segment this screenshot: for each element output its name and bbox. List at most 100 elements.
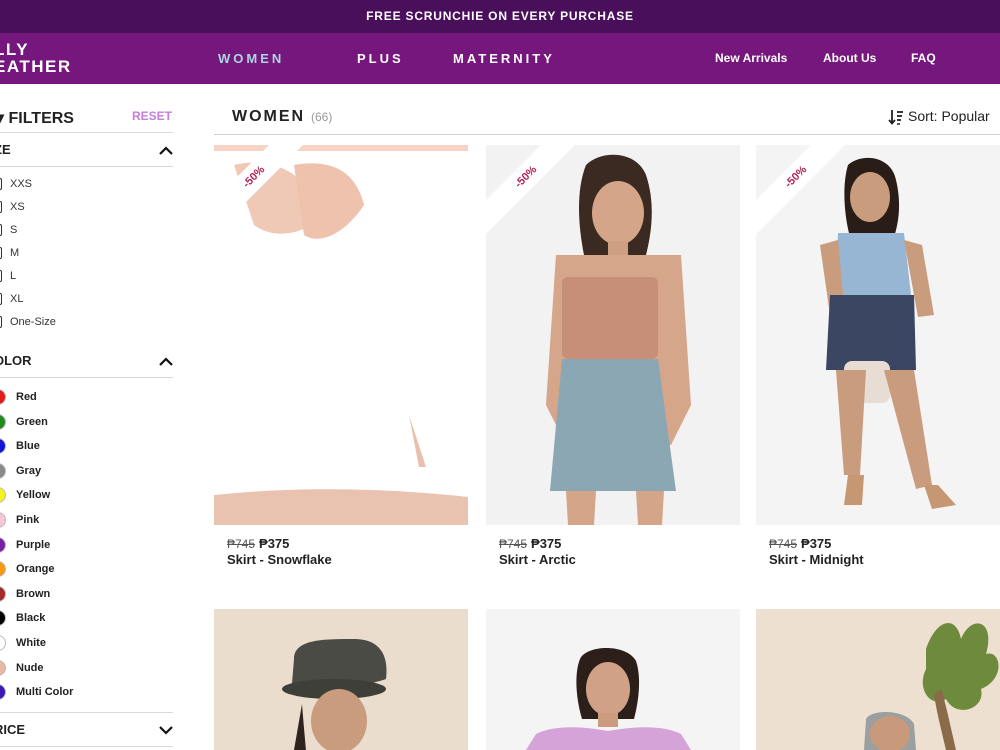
divider xyxy=(0,377,173,378)
color-swatch[interactable] xyxy=(0,659,6,676)
product-price: ₱745 ₱375 xyxy=(227,536,289,551)
product-image[interactable] xyxy=(214,609,468,750)
product-price: ₱745 ₱375 xyxy=(499,536,561,551)
color-swatch[interactable] xyxy=(0,585,6,602)
product-count: (66) xyxy=(311,110,333,124)
filters-sidebar: ▾ FILTERS RESET ZE XXS XS SML XL One-Size OL… xyxy=(0,84,200,750)
color-swatch[interactable] xyxy=(0,438,6,455)
color-swatch[interactable] xyxy=(0,610,6,627)
color-option-label: Gray xyxy=(16,464,42,477)
price-section-title[interactable]: RICE xyxy=(0,722,25,737)
color-option-label: Nude xyxy=(16,661,44,674)
checkbox[interactable] xyxy=(0,178,2,190)
color-option-label: Brown xyxy=(16,587,51,600)
color-swatch[interactable] xyxy=(0,635,6,651)
product-name[interactable]: Skirt - Snowflake xyxy=(227,552,332,567)
size-option-label: One-Size xyxy=(10,316,56,328)
discount-badge: -50% xyxy=(756,145,856,245)
discount-badge: -50% xyxy=(486,145,586,245)
filters-title: ▾ FILTERS xyxy=(0,108,74,128)
size-option-label: XXS xyxy=(10,178,33,190)
sale-price: ₱375 xyxy=(259,536,290,551)
original-price: ₱745 xyxy=(227,537,256,551)
size-option-label: L xyxy=(10,270,17,282)
product-card[interactable] xyxy=(756,609,1000,750)
discount-badge-text: -50% xyxy=(214,145,314,243)
filters-title-text: FILTERS xyxy=(8,110,74,127)
product-image[interactable] xyxy=(756,609,1000,750)
checkbox[interactable] xyxy=(0,201,2,213)
color-swatch[interactable] xyxy=(0,512,6,528)
divider xyxy=(0,746,173,747)
color-swatch[interactable] xyxy=(0,561,6,578)
nav-about-us[interactable]: About Us xyxy=(823,33,876,84)
color-option-label: White xyxy=(16,637,46,649)
color-swatch[interactable] xyxy=(0,389,6,405)
promo-banner: FREE SCRUNCHIE ON EVERY PURCHASE xyxy=(0,0,1000,33)
sort-icon xyxy=(888,110,903,125)
size-option-label: XS xyxy=(10,201,25,213)
site-header: LLY EATHER WOMEN PLUS MATERNITY New Arri… xyxy=(0,33,1000,84)
chevron-down-icon[interactable] xyxy=(159,725,173,735)
product-card[interactable] xyxy=(214,609,468,750)
size-option-label: M xyxy=(10,247,20,259)
checkbox[interactable] xyxy=(0,293,2,305)
color-swatch[interactable] xyxy=(0,487,6,504)
size-option-label: XL xyxy=(10,293,24,305)
reset-filters-button[interactable]: RESET xyxy=(132,109,172,123)
logo-line-2: EATHER xyxy=(0,57,72,76)
nav-women[interactable]: WOMEN xyxy=(218,33,284,84)
divider xyxy=(214,134,1000,135)
color-swatch[interactable] xyxy=(0,413,6,430)
color-option-label: Purple xyxy=(16,538,51,551)
color-option-label: Blue xyxy=(16,440,40,453)
nav-plus[interactable]: PLUS xyxy=(357,33,404,84)
discount-badge: -50% xyxy=(214,145,314,245)
sort-label: Sort: Popular xyxy=(908,108,990,124)
color-swatch[interactable] xyxy=(0,536,6,553)
page-title: WOMEN xyxy=(232,108,306,125)
discount-badge-text: -50% xyxy=(486,145,586,243)
product-card[interactable] xyxy=(486,609,740,750)
product-name[interactable]: Skirt - Arctic xyxy=(499,552,576,567)
nav-new-arrivals[interactable]: New Arrivals xyxy=(715,33,787,84)
color-swatch[interactable] xyxy=(0,462,6,479)
color-option-label: Pink xyxy=(16,514,40,526)
color-section-title[interactable]: OLOR xyxy=(0,353,32,368)
product-name[interactable]: Skirt - Midnight xyxy=(769,552,864,567)
product-card[interactable]: -50% ₱745 ₱375 Skirt - Arctic xyxy=(486,145,740,567)
chevron-up-icon[interactable] xyxy=(159,357,173,367)
sale-price: ₱375 xyxy=(531,536,562,551)
checkbox[interactable] xyxy=(0,270,2,282)
chevron-up-icon[interactable] xyxy=(159,146,173,156)
color-option-label: Black xyxy=(16,612,46,625)
checkbox[interactable] xyxy=(0,316,2,328)
logo-line-1: LLY xyxy=(0,40,30,59)
size-option-label: S xyxy=(10,224,18,236)
nav-faq[interactable]: FAQ xyxy=(911,33,936,84)
original-price: ₱745 xyxy=(499,537,528,551)
product-card[interactable]: -50% ₱745 ₱375 Skirt - Midnight xyxy=(756,145,1000,567)
color-option-label: Yellow xyxy=(16,489,51,502)
color-option-label: Multi Color xyxy=(16,686,74,699)
product-image[interactable] xyxy=(486,609,740,750)
brand-logo[interactable]: LLY EATHER xyxy=(0,41,84,75)
divider xyxy=(0,132,173,133)
color-option-label: Orange xyxy=(16,563,55,576)
filter-icon: ▾ xyxy=(0,110,5,127)
color-option-label: Red xyxy=(16,391,37,403)
original-price: ₱745 xyxy=(769,537,798,551)
discount-badge-text: -50% xyxy=(756,145,856,243)
promo-text: FREE SCRUNCHIE ON EVERY PURCHASE xyxy=(366,9,634,23)
sale-price: ₱375 xyxy=(801,536,832,551)
nav-maternity[interactable]: MATERNITY xyxy=(453,33,555,84)
checkbox[interactable] xyxy=(0,224,2,236)
divider xyxy=(0,712,173,713)
product-card[interactable]: -50% ₱745 ₱375 Skirt - Snowflake xyxy=(214,145,468,567)
divider xyxy=(0,166,173,167)
product-price: ₱745 ₱375 xyxy=(769,536,831,551)
checkbox[interactable] xyxy=(0,247,2,259)
size-section-title[interactable]: ZE xyxy=(0,142,11,157)
color-option-label: Green xyxy=(16,415,48,428)
color-swatch[interactable] xyxy=(0,684,6,701)
